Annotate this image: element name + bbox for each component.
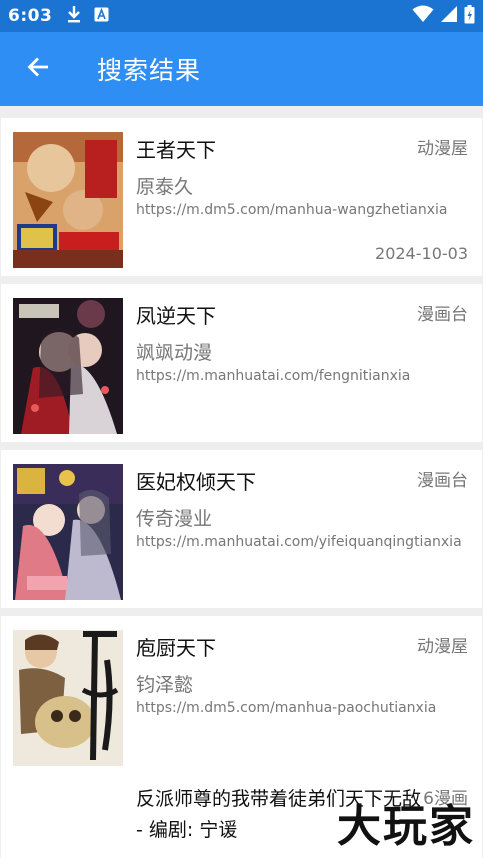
result-source: 动漫屋 bbox=[417, 139, 468, 159]
result-url: https://m.manhuatai.com/fengnitianxia bbox=[136, 368, 411, 384]
result-author: 飒飒动漫 bbox=[136, 342, 213, 364]
download-icon bbox=[66, 5, 82, 27]
result-author: 原泰久 bbox=[136, 176, 194, 198]
cover-image bbox=[13, 298, 123, 434]
result-title: 庖厨天下 bbox=[136, 636, 216, 660]
result-source: 漫画台 bbox=[417, 471, 468, 491]
result-card[interactable]: 医妃权倾天下 漫画台 传奇漫业 https://m.manhuatai.com/… bbox=[1, 450, 482, 608]
result-card[interactable]: 庖厨天下 动漫屋 钧泽懿 https://m.dm5.com/manhua-pa… bbox=[1, 616, 482, 774]
result-url: https://m.manhuatai.com/yifeiquanqingtia… bbox=[136, 534, 462, 550]
wifi-icon bbox=[412, 5, 434, 27]
result-url: https://m.dm5.com/manhua-wangzhetianxia bbox=[136, 202, 448, 218]
result-title: 医妃权倾天下 bbox=[136, 470, 256, 494]
cover-image bbox=[13, 464, 123, 600]
result-title: 王者天下 bbox=[136, 138, 216, 162]
result-source: 漫画台 bbox=[417, 305, 468, 325]
status-bar: 6:03 bbox=[0, 0, 483, 32]
battery-icon bbox=[464, 4, 475, 28]
result-url: https://m.dm5.com/manhua-paochutianxia bbox=[136, 700, 437, 716]
result-title: 凤逆天下 bbox=[136, 304, 216, 328]
back-button[interactable] bbox=[8, 32, 68, 106]
status-time: 6:03 bbox=[8, 6, 53, 26]
status-left-icons bbox=[66, 5, 109, 27]
result-author: 传奇漫业 bbox=[136, 508, 213, 530]
status-right-icons bbox=[412, 4, 475, 28]
arrow-left-icon bbox=[26, 55, 50, 83]
result-card[interactable]: 凤逆天下 漫画台 飒飒动漫 https://m.manhuatai.com/fe… bbox=[1, 284, 482, 442]
page-title: 搜索结果 bbox=[97, 56, 202, 85]
cover-image bbox=[13, 630, 123, 766]
app-notification-icon bbox=[94, 7, 109, 26]
signal-icon bbox=[440, 5, 458, 27]
cover-image bbox=[13, 132, 123, 268]
watermark-logo: 大玩家 bbox=[337, 801, 475, 852]
result-author: 钧泽懿 bbox=[136, 674, 194, 696]
result-date: 2024-10-03 bbox=[375, 244, 468, 263]
result-source: 动漫屋 bbox=[417, 637, 468, 657]
result-card[interactable]: 王者天下 动漫屋 原泰久 https://m.dm5.com/manhua-wa… bbox=[1, 118, 482, 276]
app-bar: 搜索结果 bbox=[0, 32, 483, 106]
